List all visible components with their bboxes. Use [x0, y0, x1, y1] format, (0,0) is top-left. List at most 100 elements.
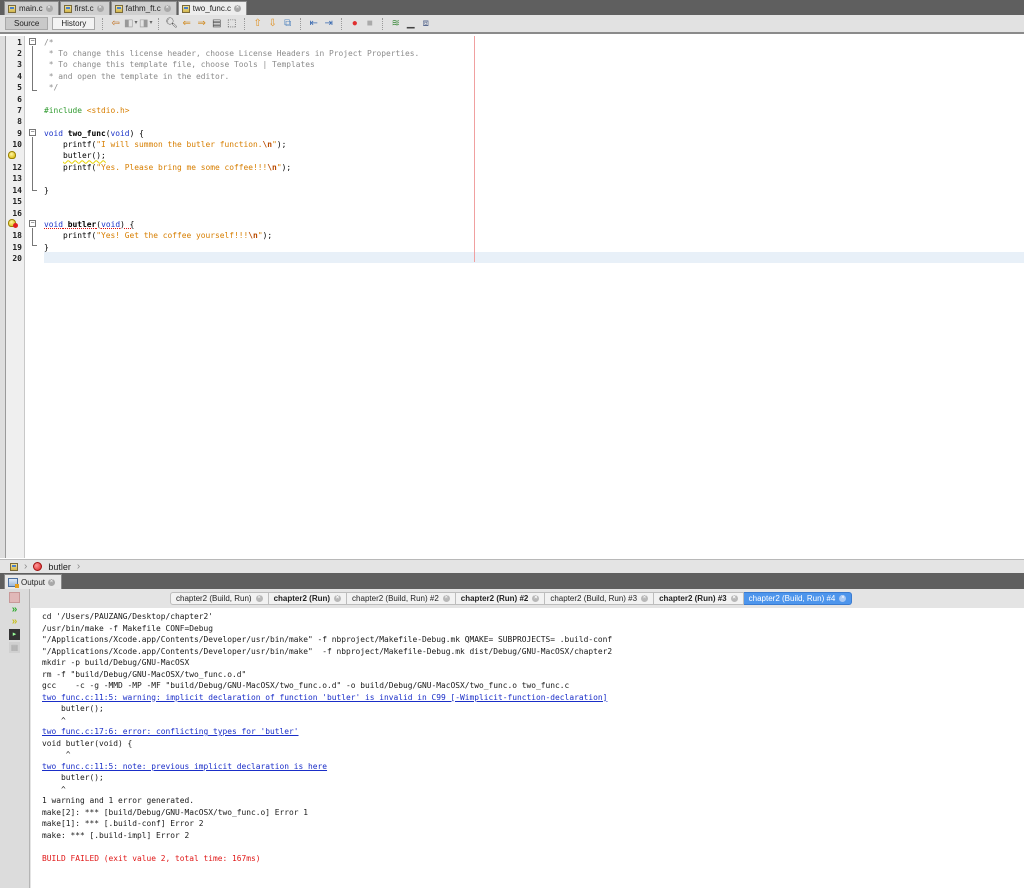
diff-icon[interactable]: ⧈: [420, 18, 431, 29]
prev-bookmark-icon[interactable]: ⇧: [252, 18, 263, 29]
last-edit-icon[interactable]: ⇦: [110, 18, 121, 29]
line-number[interactable]: 8: [4, 116, 22, 127]
output-error-link[interactable]: two_func.c:11:5: warning: implicit decla…: [42, 692, 1024, 704]
close-icon[interactable]: ×: [839, 595, 847, 602]
c-file-icon[interactable]: [10, 562, 18, 571]
code-line[interactable]: }: [44, 185, 419, 196]
close-icon[interactable]: ×: [442, 595, 450, 602]
run-tab[interactable]: chapter2 (Build, Run) ×: [170, 592, 269, 605]
stop-macro-icon[interactable]: ■: [364, 18, 375, 29]
code-line[interactable]: void butler(void) {: [44, 219, 419, 230]
close-icon[interactable]: ×: [334, 595, 342, 602]
warning-annotation[interactable]: [8, 151, 18, 160]
rerun-with-args-icon[interactable]: »: [9, 616, 20, 627]
run-tab[interactable]: chapter2 (Run) #2 ×: [455, 592, 546, 605]
code-line[interactable]: [44, 116, 419, 127]
start-macro-icon[interactable]: ●: [349, 18, 360, 29]
toggle-bookmark-icon[interactable]: ⧉: [282, 18, 293, 29]
code-line[interactable]: [44, 253, 419, 264]
shift-right-icon[interactable]: ⇥: [323, 18, 334, 29]
output-console[interactable]: cd '/Users/PAUZANG/Desktop/chapter2' /usr…: [31, 608, 1024, 888]
code-line[interactable]: #include <stdio.h>: [44, 105, 419, 116]
code-line[interactable]: * and open the template in the editor.: [44, 71, 419, 82]
output-error-link[interactable]: two_func.c:11:5: note: previous implicit…: [42, 761, 1024, 773]
line-number[interactable]: 1: [4, 37, 22, 48]
code-line[interactable]: [44, 196, 419, 207]
close-icon[interactable]: ×: [641, 595, 649, 602]
code-line[interactable]: printf("Yes. Please bring me some coffee…: [44, 162, 419, 173]
line-number[interactable]: 14: [4, 185, 22, 196]
close-icon[interactable]: ×: [255, 595, 263, 602]
breadcrumb-item-butler[interactable]: butler: [48, 562, 71, 572]
line-number[interactable]: 20: [4, 253, 22, 264]
code-line[interactable]: printf("I will summon the butler functio…: [44, 139, 419, 150]
history-button[interactable]: History: [52, 17, 96, 30]
close-icon[interactable]: ×: [163, 5, 171, 12]
line-number[interactable]: 16: [4, 208, 22, 219]
find-icon[interactable]: 🔍︎: [165, 18, 178, 29]
close-icon[interactable]: ×: [96, 5, 104, 12]
fold-toggle[interactable]: −: [29, 129, 36, 136]
line-number[interactable]: 3: [4, 59, 22, 70]
code-line[interactable]: }: [44, 242, 419, 253]
back-icon[interactable]: ◧: [124, 18, 136, 29]
line-number[interactable]: 9: [4, 128, 22, 139]
toggle-highlight-icon[interactable]: ▤: [211, 18, 222, 29]
code-line[interactable]: printf("Yes! Get the coffee yourself!!!\…: [44, 230, 419, 241]
close-icon[interactable]: ×: [48, 578, 56, 586]
uncomment-icon[interactable]: ▁: [405, 18, 416, 29]
code-line[interactable]: */: [44, 82, 419, 93]
close-icon[interactable]: ×: [234, 5, 242, 12]
output-error-link[interactable]: two_func.c:17:6: error: conflicting type…: [42, 726, 1024, 738]
code-line[interactable]: /*: [44, 37, 419, 48]
file-tab-fathm-ft-c[interactable]: fathm_ft.c ×: [110, 1, 177, 15]
code-line[interactable]: * To change this template file, choose T…: [44, 59, 419, 70]
code-line[interactable]: void two_func(void) {: [44, 128, 419, 139]
file-tab-two-func-c[interactable]: two_func.c ×: [177, 1, 248, 15]
run-tab[interactable]: chapter2 (Build, Run) #4 ×: [743, 592, 853, 605]
source-button[interactable]: Source: [5, 17, 49, 30]
code-line[interactable]: [44, 173, 419, 184]
forward-icon[interactable]: ◨: [139, 18, 151, 29]
code-line[interactable]: butler();: [44, 150, 419, 161]
fold-toggle[interactable]: −: [29, 38, 36, 45]
line-number[interactable]: 18: [4, 230, 22, 241]
file-tab-first-c[interactable]: first.c ×: [59, 1, 110, 15]
code-line[interactable]: [44, 207, 419, 218]
line-number[interactable]: 5: [4, 82, 22, 93]
find-next-icon[interactable]: ⇒: [196, 18, 207, 29]
line-number[interactable]: 2: [4, 48, 22, 59]
fold-toggle[interactable]: −: [29, 220, 36, 227]
next-bookmark-icon[interactable]: ⇩: [267, 18, 278, 29]
line-number[interactable]: 4: [4, 71, 22, 82]
line-number[interactable]: 19: [4, 242, 22, 253]
source-code[interactable]: /* * To change this license header, choo…: [44, 37, 419, 265]
file-tab-main-c[interactable]: main.c ×: [4, 1, 59, 15]
close-icon[interactable]: ×: [45, 5, 53, 12]
settings-icon[interactable]: ▦: [9, 642, 20, 653]
code-line[interactable]: * To change this license header, choose …: [44, 48, 420, 59]
output-tab[interactable]: Output ×: [4, 574, 63, 589]
find-previous-icon[interactable]: ⇐: [181, 18, 192, 29]
rerun-icon[interactable]: »: [9, 604, 20, 615]
close-icon[interactable]: ×: [730, 595, 738, 602]
shift-left-icon[interactable]: ⇤: [308, 18, 319, 29]
code-editor[interactable]: 1 2 3 4 5 6 7 8 9 10 12 13 14 15 16 18 19 20 − − − /* * T…: [0, 36, 1024, 558]
stop-icon[interactable]: [9, 592, 20, 603]
close-icon[interactable]: ×: [532, 595, 540, 602]
line-number[interactable]: 10: [4, 139, 22, 150]
terminal-icon[interactable]: ▸: [9, 629, 20, 640]
run-tab[interactable]: chapter2 (Run) ×: [268, 592, 348, 605]
run-tab[interactable]: chapter2 (Build, Run) #2 ×: [347, 592, 456, 605]
line-number[interactable]: 7: [4, 105, 22, 116]
line-number[interactable]: 12: [4, 162, 22, 173]
line-number[interactable]: 15: [4, 196, 22, 207]
run-tab[interactable]: chapter2 (Build, Run) #3 ×: [545, 592, 655, 605]
code-line[interactable]: [44, 93, 419, 104]
rect-selection-icon[interactable]: ⬚: [226, 18, 237, 29]
run-tab[interactable]: chapter2 (Run) #3 ×: [654, 592, 744, 605]
error-annotation[interactable]: [8, 219, 18, 228]
line-number[interactable]: 13: [4, 173, 22, 184]
comment-icon[interactable]: ≋: [390, 18, 401, 29]
line-number[interactable]: 6: [4, 94, 22, 105]
